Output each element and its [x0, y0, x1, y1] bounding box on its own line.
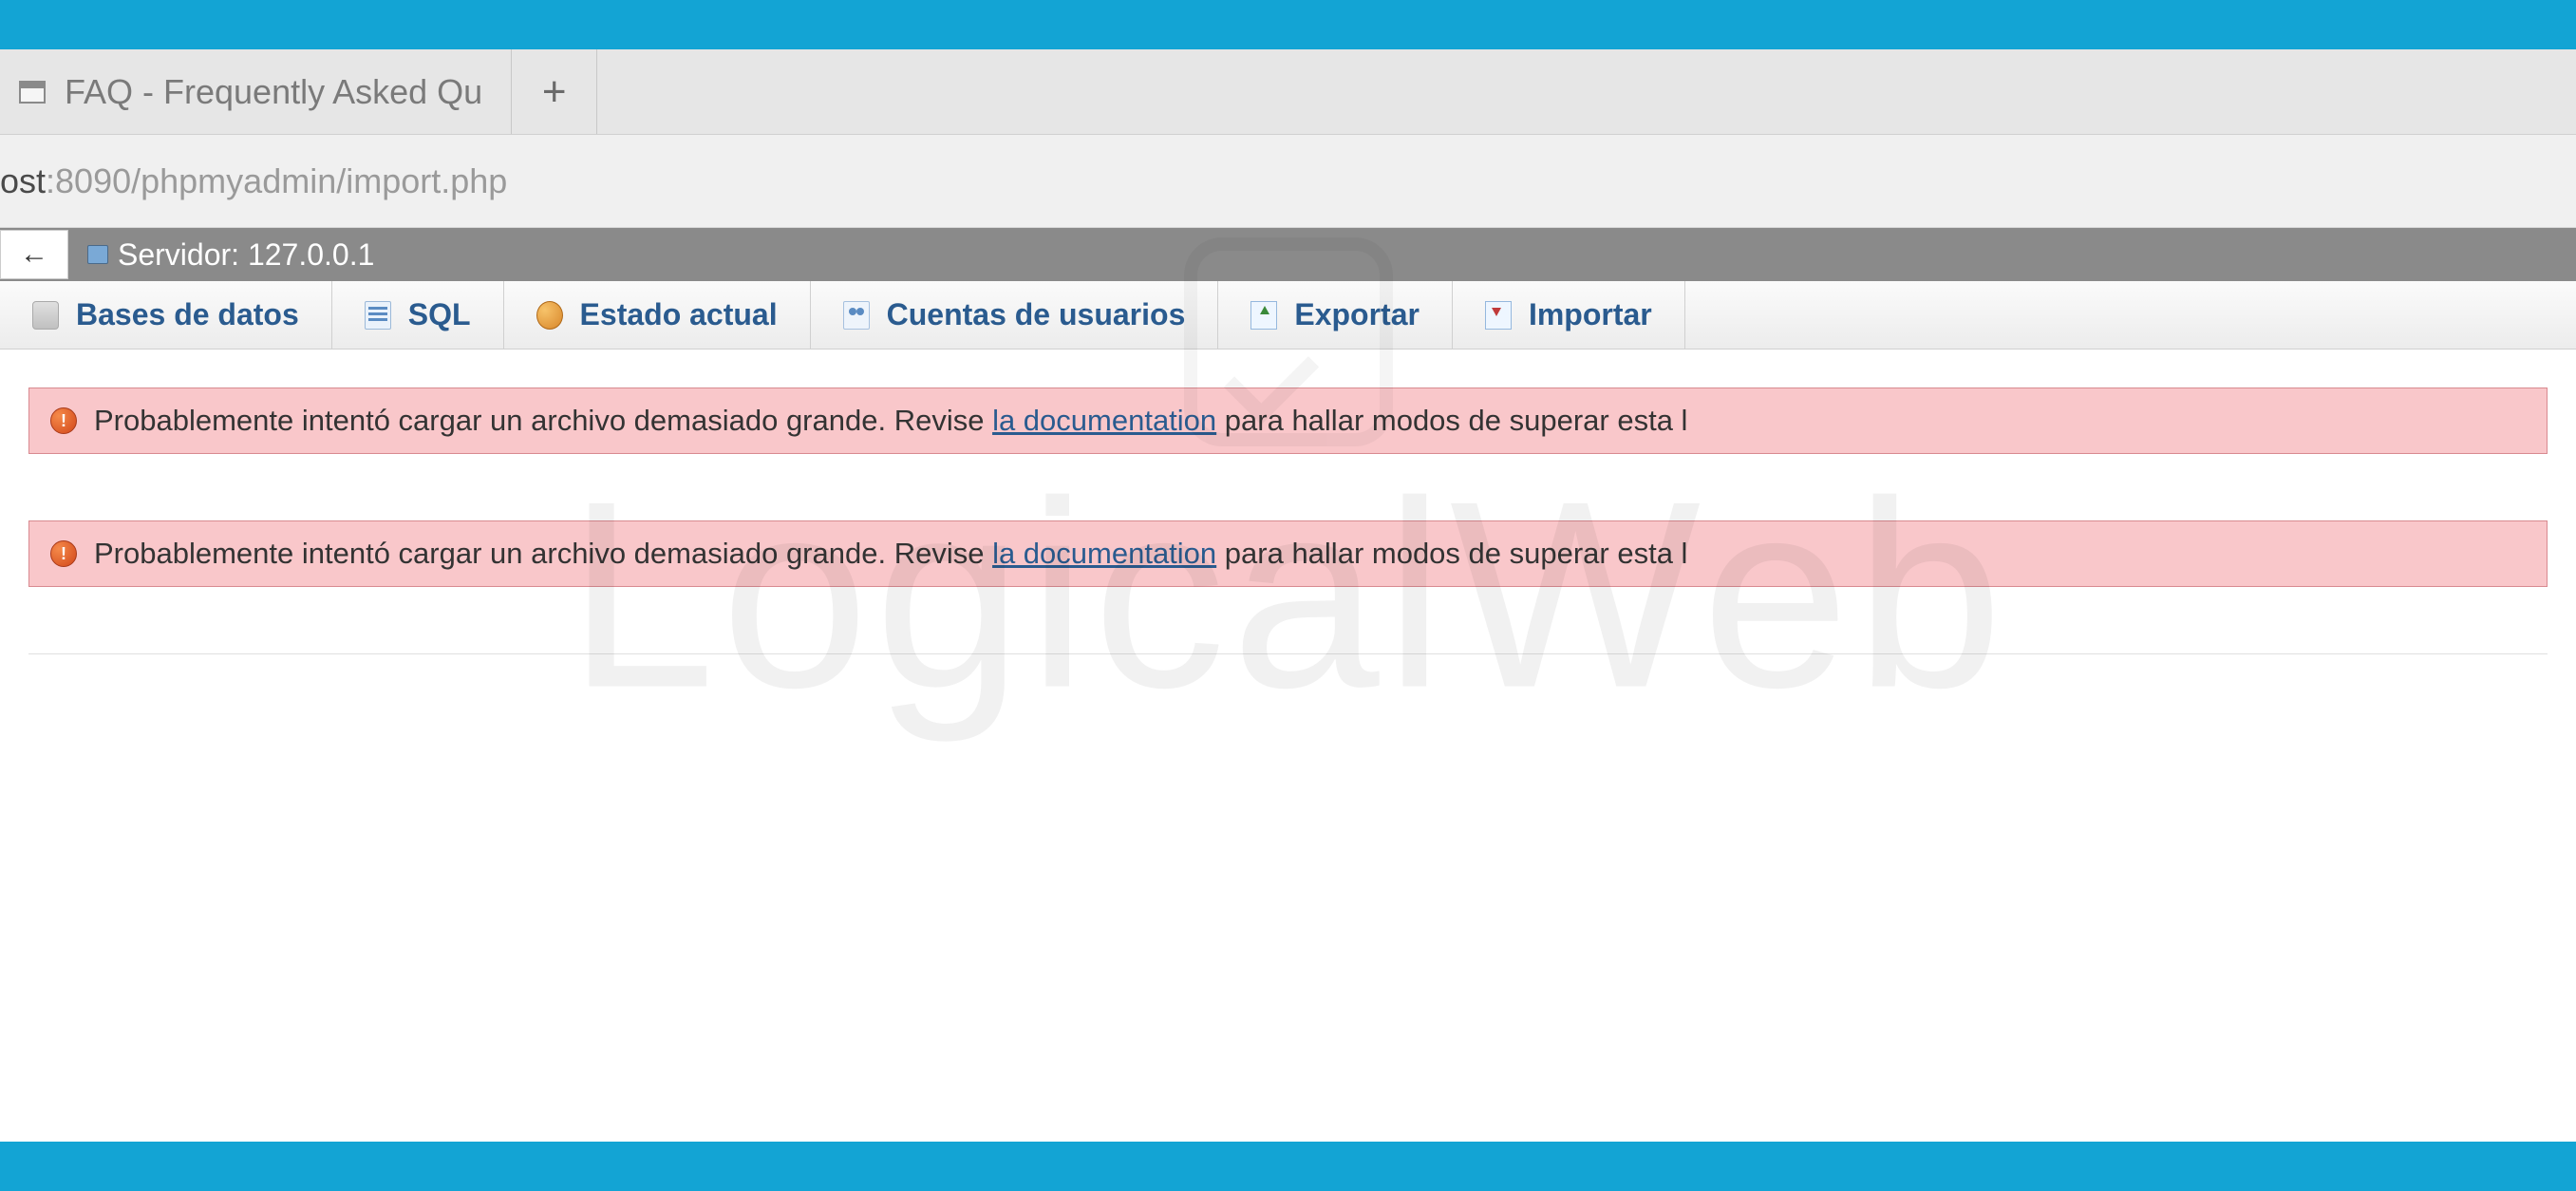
url-host-fragment: ost — [0, 161, 46, 200]
nav-sql-icon — [365, 301, 391, 330]
nav-sql-label: SQL — [408, 297, 471, 332]
nav-import-label: Importar — [1529, 297, 1652, 332]
page-icon — [19, 81, 46, 104]
browser-tab[interactable]: FAQ - Frequently Asked Qu — [0, 49, 512, 134]
nav-import-icon — [1485, 301, 1512, 330]
tab-title: FAQ - Frequently Asked Qu — [65, 72, 482, 112]
nav-databases-label: Bases de datos — [76, 297, 299, 332]
nav-import[interactable]: Importar — [1453, 281, 1685, 349]
error-message: ! Probablemente intentó cargar un archivo… — [28, 520, 2548, 587]
documentation-link[interactable]: la documentation — [992, 404, 1216, 437]
nav-users-icon — [843, 301, 870, 330]
browser-tab-strip: FAQ - Frequently Asked Qu + — [0, 49, 2576, 135]
breadcrumb-bar: ← Servidor: 127.0.0.1 — [0, 228, 2576, 281]
error-message: ! Probablemente intentó cargar un archivo… — [28, 388, 2548, 454]
nav-export[interactable]: Exportar — [1218, 281, 1453, 349]
error-icon: ! — [50, 407, 77, 434]
nav-export-icon — [1250, 301, 1277, 330]
nav-sql[interactable]: SQL — [332, 281, 504, 349]
nav-databases-icon — [32, 301, 59, 330]
divider — [28, 653, 2548, 654]
nav-databases[interactable]: Bases de datos — [0, 281, 332, 349]
nav-status[interactable]: Estado actual — [504, 281, 811, 349]
content-area: ! Probablemente intentó cargar un archivo… — [0, 350, 2576, 587]
documentation-link[interactable]: la documentation — [992, 537, 1216, 570]
main-nav-tabs: Bases de datos SQL Estado actual Cuentas de… — [0, 281, 2576, 350]
address-bar[interactable]: ost:8090/phpmyadmin/import.php — [0, 135, 2576, 228]
window-bottom-accent — [0, 1142, 2576, 1191]
nav-users[interactable]: Cuentas de usuarios — [811, 281, 1219, 349]
error-icon: ! — [50, 540, 77, 567]
nav-status-icon — [536, 301, 563, 330]
server-icon — [87, 245, 108, 264]
url-path: :8090/phpmyadmin/import.php — [46, 161, 507, 200]
nav-users-label: Cuentas de usuarios — [887, 297, 1186, 332]
server-label: Servidor: 127.0.0.1 — [118, 237, 374, 273]
error-text: Probablemente intentó cargar un archivo … — [94, 537, 1687, 571]
url-text: ost:8090/phpmyadmin/import.php — [0, 161, 507, 201]
back-button[interactable]: ← — [0, 230, 68, 279]
new-tab-button[interactable]: + — [512, 49, 597, 134]
nav-export-label: Exportar — [1294, 297, 1420, 332]
window-top-accent — [0, 0, 2576, 49]
arrow-left-icon: ← — [20, 238, 48, 271]
error-text: Probablemente intentó cargar un archivo … — [94, 404, 1687, 438]
nav-status-label: Estado actual — [580, 297, 778, 332]
